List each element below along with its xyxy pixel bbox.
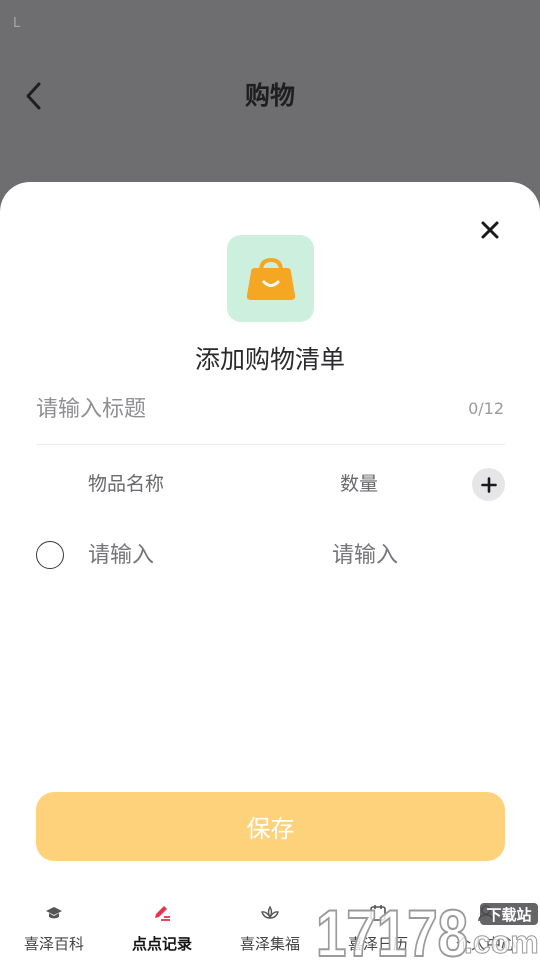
save-button[interactable]: 保存 [36,792,505,861]
tab-label: 喜泽日历 [347,935,408,953]
bottom-tab-bar: 喜泽百科 点点记录 喜泽集福 喜泽日历 个人中心 [0,893,540,960]
page-title: 购物 [244,81,295,110]
tab-label: 喜泽集福 [239,935,300,953]
add-item-button[interactable] [472,468,505,501]
tab-blessings[interactable]: 喜泽集福 [216,893,324,960]
title-input[interactable] [36,392,436,426]
lotus-icon [260,903,280,923]
column-header-quantity: 数量 [340,473,379,495]
sheet-title: 添加购物清单 [194,345,345,374]
plus-icon [480,476,497,493]
tab-baike[interactable]: 喜泽百科 [0,893,108,960]
tab-profile[interactable]: 个人中心 [432,893,540,960]
close-button[interactable] [474,212,506,248]
graduation-cap-icon [44,903,64,923]
calendar-icon [368,903,388,923]
close-icon [481,221,499,239]
column-header-item-name: 物品名称 [88,473,165,495]
divider [36,444,505,445]
pen-icon [152,903,172,923]
status-bar-mark: L [13,16,21,31]
tab-label: 喜泽百科 [23,935,84,953]
item-name-input[interactable] [88,538,308,572]
item-quantity-input[interactable] [332,538,462,572]
shopping-bag-tile [227,235,314,322]
item-checkbox[interactable] [36,541,64,569]
tab-calendar[interactable]: 喜泽日历 [324,893,432,960]
shopping-bag-icon [246,257,295,300]
title-char-count: 0/12 [468,399,504,418]
tab-label: 个人中心 [455,935,516,953]
user-icon [476,903,496,923]
tab-records[interactable]: 点点记录 [108,893,216,960]
tab-label: 点点记录 [131,935,192,953]
